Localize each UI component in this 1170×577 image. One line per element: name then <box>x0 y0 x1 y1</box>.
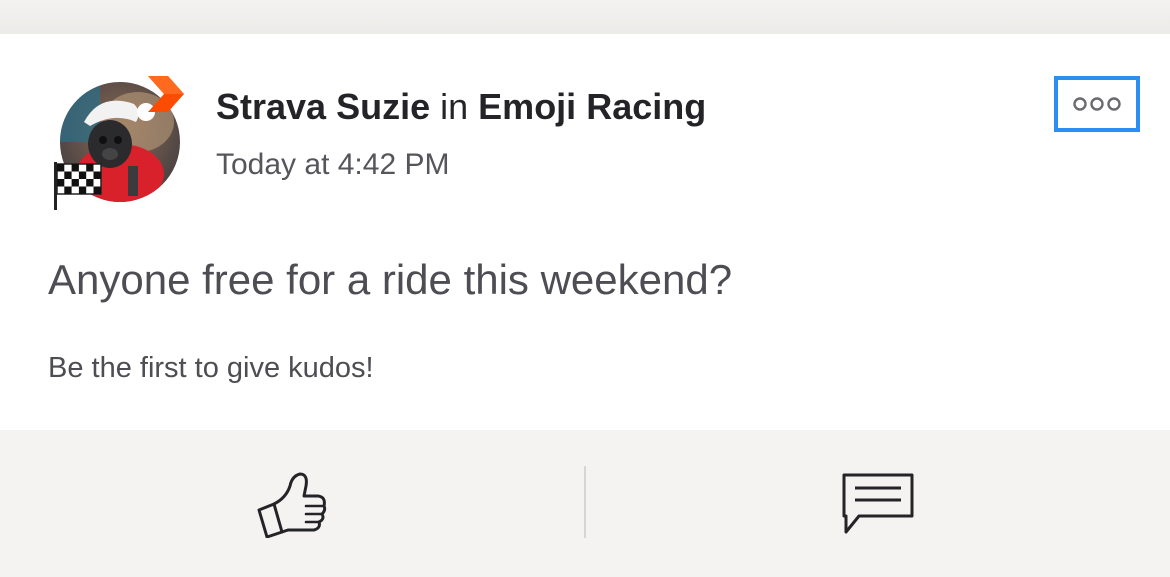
chevron-badge-icon <box>148 76 184 112</box>
club-name[interactable]: Emoji Racing <box>478 86 706 127</box>
author-name[interactable]: Strava Suzie <box>216 86 430 127</box>
author-club-connector: in <box>440 86 469 127</box>
feed-top-gap <box>0 0 1170 34</box>
checkered-flag-icon <box>54 162 102 210</box>
thumbs-up-icon <box>257 472 327 538</box>
post-timestamp: Today at 4:42 PM <box>216 148 450 181</box>
kudos-button[interactable] <box>0 430 584 577</box>
kudos-prompt[interactable]: Be the first to give kudos! <box>48 352 374 385</box>
comment-icon <box>842 473 914 533</box>
more-options-icon <box>1073 97 1121 111</box>
activity-feed-page: Strava Suzie in Emoji Racing Today at 4:… <box>0 0 1170 577</box>
post-action-bar <box>0 430 1170 577</box>
post-title[interactable]: Anyone free for a ride this weekend? <box>48 256 732 304</box>
post-card[interactable]: Strava Suzie in Emoji Racing Today at 4:… <box>0 34 1170 430</box>
more-options-button[interactable] <box>1054 76 1140 132</box>
comment-button[interactable] <box>586 430 1170 577</box>
author-avatar-group[interactable] <box>50 74 190 214</box>
post-header: Strava Suzie in Emoji Racing <box>216 86 706 128</box>
